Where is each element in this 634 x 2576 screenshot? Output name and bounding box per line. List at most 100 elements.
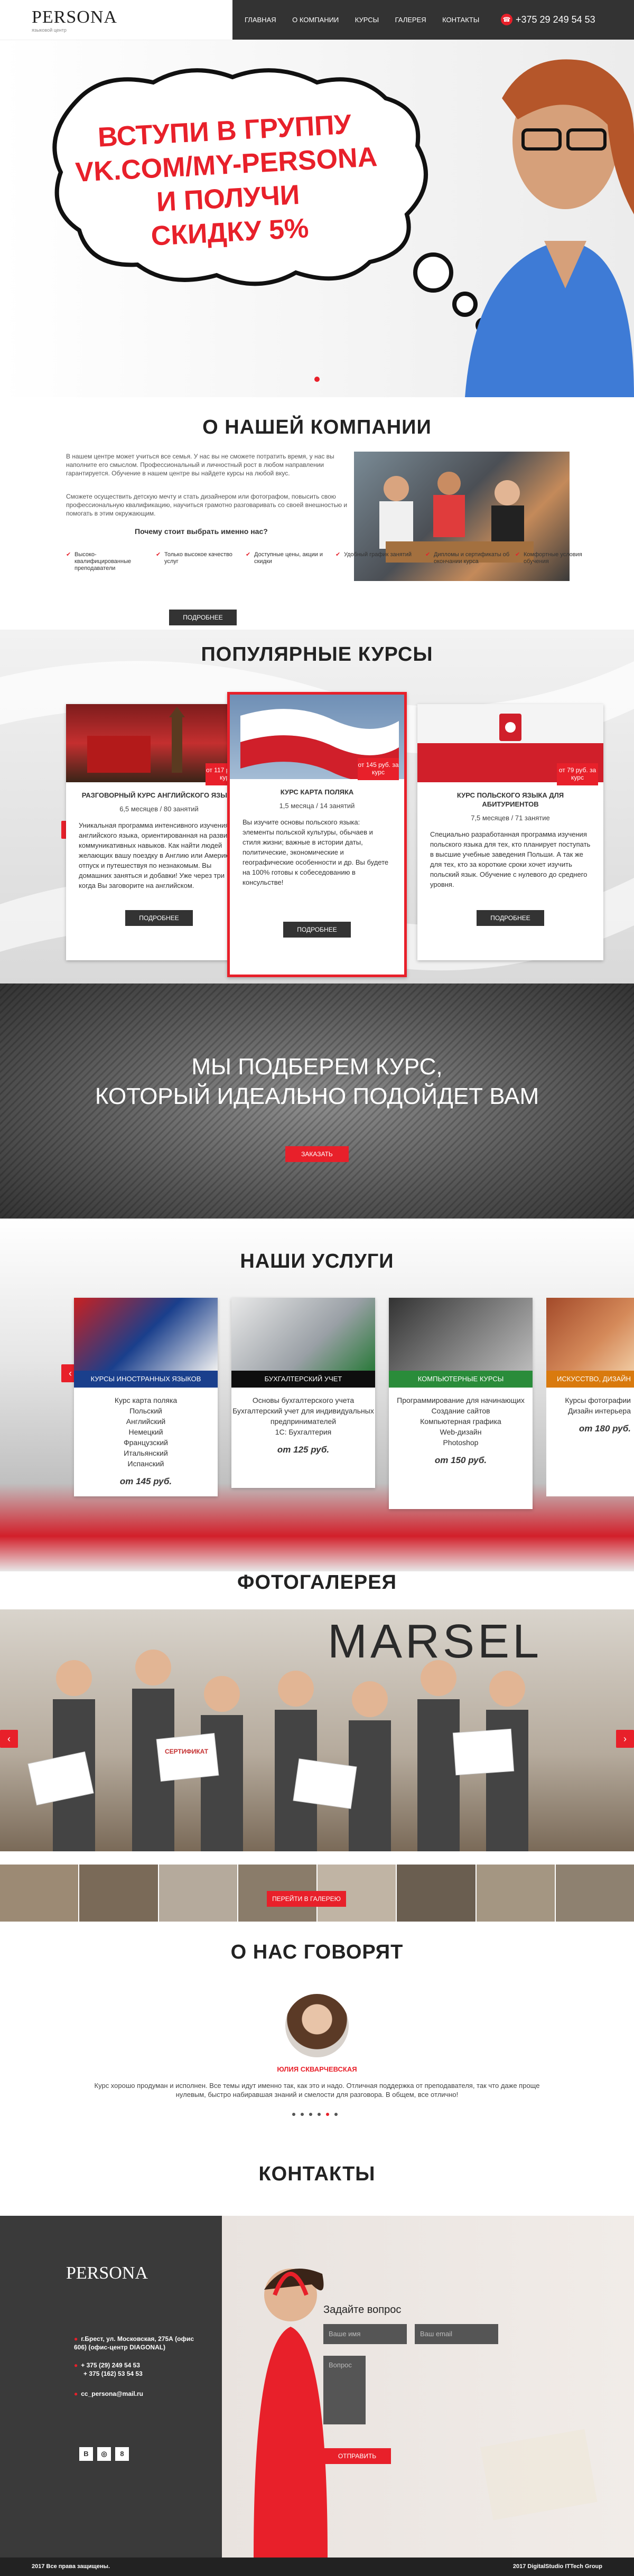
pagination-dot[interactable] [292, 2113, 295, 2116]
nav-gallery[interactable]: ГАЛЕРЕЯ [395, 16, 426, 24]
review-pagination [292, 2113, 338, 2116]
check-icon: ✔ [66, 551, 71, 558]
service-card-partial[interactable]: ИСКУССТВО, ДИЗАЙН Курсы фотографии Дизай… [546, 1298, 634, 1496]
service-card[interactable]: КУРСЫ ИНОСТРАННЫХ ЯЗЫКОВ Курс карта поля… [74, 1298, 218, 1496]
phone-icon: ☎ [501, 14, 512, 25]
feature-item: ✔ Комфортные условия обучения [515, 551, 582, 565]
list-item: Программирование для начинающих [397, 1396, 525, 1404]
reviewer-avatar [285, 1994, 349, 2057]
pagination-dot[interactable] [301, 2113, 304, 2116]
developer-credit[interactable]: 2017 DigitalStudio ITTech Group [513, 2563, 602, 2570]
check-icon: ✔ [335, 551, 341, 558]
logo[interactable]: PERSONA [32, 7, 117, 27]
pagination-dot[interactable] [334, 2113, 338, 2116]
list-item: Курс карта поляка [114, 1396, 178, 1404]
contact-phone-1[interactable]: + 375 (29) 249 54 53 [81, 2362, 140, 2369]
hero-headline: ВСТУПИ В ГРУППУ VK.COM/MY-PERSONA И ПОЛУ… [60, 106, 395, 258]
contact-phone-2[interactable]: + 375 (162) 53 54 53 [74, 2369, 143, 2378]
gallery-thumb[interactable] [158, 1865, 238, 1922]
main-nav: ГЛАВНАЯ О КОМПАНИИ КУРСЫ ГАЛЕРЕЯ КОНТАКТ… [245, 15, 493, 25]
question-textarea[interactable]: Вопрос [323, 2356, 366, 2424]
gallery-next-arrow[interactable]: › [616, 1730, 634, 1748]
list-item: Компьютерная графика [420, 1417, 501, 1426]
footer: 2017 Все права защищены. 2017 DigitalStu… [0, 2558, 634, 2576]
service-card[interactable]: КОМПЬЮТЕРНЫЕ КУРСЫ Программирование для … [389, 1298, 533, 1509]
service-label: КОМПЬЮТЕРНЫЕ КУРСЫ [389, 1371, 533, 1388]
odnoklassniki-icon[interactable]: 8 [115, 2447, 129, 2461]
pagination-dot[interactable] [309, 2113, 312, 2116]
footer-logo[interactable]: PERSONA [66, 2263, 148, 2283]
gallery-main-photo[interactable]: MARSEL СЕРТИФИКАТ [0, 1609, 634, 1851]
list-item: Photoshop [443, 1438, 479, 1447]
service-image-accounting [231, 1298, 375, 1371]
email-input[interactable]: Ваш email [415, 2324, 498, 2344]
gallery-prev-arrow[interactable]: ‹ [0, 1730, 18, 1748]
question-form-title: Задайте вопрос [323, 2304, 402, 2316]
submit-button[interactable]: ОТПРАВИТЬ [323, 2448, 391, 2464]
promo-section: МЫ ПОДБЕРЕМ КУРС, КОТОРЫЙ ИДЕАЛЬНО ПОДОЙ… [0, 983, 634, 1219]
pagination-dot-active[interactable] [326, 2113, 329, 2116]
feature-item: ✔ Только высокое качество услуг [156, 551, 232, 565]
nav-courses[interactable]: КУРСЫ [355, 16, 379, 24]
name-input[interactable]: Ваше имя [323, 2324, 407, 2344]
service-list: Курс карта поляка Польский Английский Не… [74, 1395, 218, 1469]
social-links: В ◎ 8 [79, 2447, 129, 2461]
contact-phones: ● + 375 (29) 249 54 53 + 375 (162) 53 54 … [74, 2361, 143, 2378]
service-list: Программирование для начинающих Создание… [389, 1395, 533, 1448]
course-more-button[interactable]: ПОДРОБНЕЕ [477, 910, 544, 926]
check-icon: ✔ [246, 551, 251, 558]
contact-email: ● cc_persona@mail.ru [74, 2390, 143, 2397]
gallery-thumb[interactable] [397, 1865, 477, 1922]
feature-item: ✔ Дипломы и сертификаты об окончании курс… [425, 551, 510, 565]
service-card[interactable]: БУХГАЛТЕРСКИЙ УЧЕТ Основы бухгалтерского… [231, 1298, 375, 1488]
course-more-button[interactable]: ПОДРОБНЕЕ [125, 910, 193, 926]
course-more-button[interactable]: ПОДРОБНЕЕ [283, 922, 351, 938]
header-phone[interactable]: +375 29 249 54 53 [516, 14, 595, 25]
reviewer-name: ЮЛИЯ СКВАРЧЕВСКАЯ [277, 2065, 357, 2073]
service-list: Курсы фотографии Дизайн интерьера [546, 1395, 634, 1416]
gallery-thumb[interactable] [555, 1865, 634, 1922]
service-label: БУХГАЛТЕРСКИЙ УЧЕТ [231, 1371, 375, 1388]
service-image-photography [546, 1298, 634, 1371]
instagram-icon[interactable]: ◎ [97, 2447, 111, 2461]
service-price: от 150 руб. [434, 1455, 487, 1465]
contacts-title: КОНТАКТЫ [258, 2163, 376, 2185]
service-price: от 180 руб. [579, 1423, 631, 1434]
about-title: О НАШЕЙ КОМПАНИИ [202, 416, 432, 438]
list-item: Бухгалтерский учет для индивидуальных пр… [232, 1407, 374, 1426]
list-item: 1С: Бухгалтерия [275, 1428, 332, 1436]
service-image-computers [389, 1298, 533, 1371]
order-button[interactable]: ЗАКАЗАТЬ [285, 1146, 349, 1162]
copyright: 2017 Все права защищены. [32, 2563, 110, 2570]
course-description: Уникальная программа интенсивного изучен… [79, 821, 238, 889]
course-card[interactable]: от 117 руб. за курс РАЗГОВОРНЫЙ КУРС АНГ… [66, 704, 252, 960]
go-to-gallery-button[interactable]: ПЕРЕЙТИ В ГАЛЕРЕЮ [267, 1891, 346, 1907]
group-photo-illustration [27, 1650, 528, 1851]
list-item: Итальянский [124, 1449, 168, 1457]
gallery-thumb[interactable] [79, 1865, 159, 1922]
feature-item: ✔ Высоко-квалифицированные преподаватели [66, 551, 132, 572]
about-more-button[interactable]: ПОДРОБНЕЕ [169, 610, 237, 625]
hero-slider: ВСТУПИ В ГРУППУ VK.COM/MY-PERSONA И ПОЛУ… [0, 40, 634, 397]
about-text-1: В нашем центре может учиться все семья. … [66, 453, 334, 477]
feature-item: ✔ Доступные цены, акции и скидки [246, 551, 323, 565]
slider-dot [314, 377, 320, 382]
course-card-featured[interactable]: от 145 руб. за курс КУРС КАРТА ПОЛЯКА 1,… [227, 692, 407, 977]
nav-home[interactable]: ГЛАВНАЯ [245, 16, 276, 24]
mail-icon: ● [74, 2390, 78, 2397]
gallery-section: ФОТОГАЛЕРЕЯ MARSEL СЕРТИФИКАТ ПЕРЕЙТИ В … [0, 1571, 634, 1941]
certificate-text: СЕРТИФИКАТ [165, 1748, 209, 1755]
list-item: Курсы фотографии [565, 1396, 631, 1404]
gallery-thumb[interactable] [0, 1865, 80, 1922]
gallery-thumb[interactable] [476, 1865, 556, 1922]
about-section: О НАШЕЙ КОМПАНИИ В нашем центре может уч… [0, 397, 634, 630]
features-row: ✔ Высоко-квалифицированные преподаватели … [66, 551, 589, 573]
nav-about[interactable]: О КОМПАНИИ [292, 16, 339, 24]
pagination-dot[interactable] [318, 2113, 321, 2116]
promo-headline: МЫ ПОДБЕРЕМ КУРС, КОТОРЫЙ ИДЕАЛЬНО ПОДОЙ… [0, 1052, 634, 1111]
gallery-title: ФОТОГАЛЕРЕЯ [237, 1571, 397, 1594]
course-card[interactable]: от 79 руб. за курс КУРС ПОЛЬСКОГО ЯЗЫКА … [417, 704, 603, 960]
vk-icon[interactable]: В [79, 2447, 93, 2461]
contact-email-link[interactable]: cc_persona@mail.ru [81, 2390, 143, 2397]
nav-contacts[interactable]: КОНТАКТЫ [442, 16, 479, 24]
